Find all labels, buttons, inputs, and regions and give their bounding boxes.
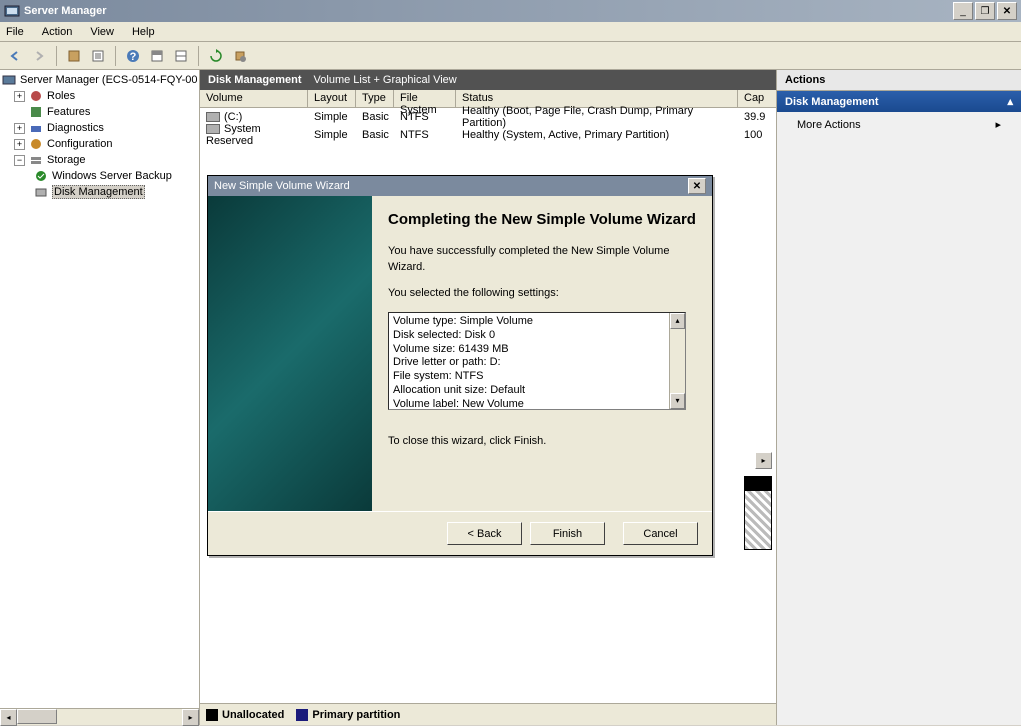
cancel-button[interactable]: Cancel xyxy=(623,522,698,545)
roles-icon xyxy=(29,89,43,103)
legend-swatch-unallocated xyxy=(206,709,218,721)
wizard-heading: Completing the New Simple Volume Wizard xyxy=(388,210,696,230)
features-icon xyxy=(29,105,43,119)
volume-icon xyxy=(206,112,220,122)
legend-swatch-primary xyxy=(296,709,308,721)
wizard-title: New Simple Volume Wizard xyxy=(214,180,350,192)
setting-line: File system: NTFS xyxy=(393,370,681,384)
menu-view[interactable]: View xyxy=(90,26,114,38)
storage-icon xyxy=(29,153,43,167)
wizard-text-settings-label: You selected the following settings: xyxy=(388,286,696,302)
setting-line: Drive letter or path: D: xyxy=(393,356,681,370)
tree-features[interactable]: Features xyxy=(0,104,199,120)
menu-file[interactable]: File xyxy=(6,26,24,38)
settings-scrollbar[interactable]: ▴ ▾ xyxy=(669,313,685,409)
content-title: Disk Management xyxy=(208,74,302,86)
col-filesystem[interactable]: File System xyxy=(394,90,456,107)
tree-hscroll[interactable]: ◂ ▸ xyxy=(0,708,199,725)
expand-icon[interactable]: + xyxy=(14,123,25,134)
actions-pane: Actions Disk Management ▴ More Actions ▸ xyxy=(776,70,1021,725)
disk-band-header xyxy=(744,476,772,490)
setting-line: Volume type: Simple Volume xyxy=(393,315,681,329)
app-icon xyxy=(4,3,20,19)
tree-root[interactable]: Server Manager (ECS-0514-FQY-00 xyxy=(0,72,199,88)
svg-text:?: ? xyxy=(130,51,137,63)
restore-button[interactable]: ❐ xyxy=(975,2,995,20)
minimize-button[interactable]: _ xyxy=(953,2,973,20)
back-button[interactable]: < Back xyxy=(447,522,522,545)
tree-configuration[interactable]: +Configuration xyxy=(0,136,199,152)
chevron-right-icon: ▸ xyxy=(995,118,1001,131)
window-title: Server Manager xyxy=(24,5,951,17)
scroll-down-icon[interactable]: ▾ xyxy=(670,393,685,409)
col-type[interactable]: Type xyxy=(356,90,394,107)
settings-icon[interactable] xyxy=(229,45,251,67)
wizard-buttons: < Back Finish Cancel xyxy=(208,511,712,555)
finish-button[interactable]: Finish xyxy=(530,522,605,545)
diagnostics-icon xyxy=(29,121,43,135)
view-split-icon[interactable] xyxy=(170,45,192,67)
wizard-close-button[interactable]: ✕ xyxy=(688,178,706,194)
scroll-right-button[interactable]: ▸ xyxy=(755,452,772,469)
backup-icon xyxy=(34,169,48,183)
volume-list: Volume Layout Type File System Status Ca… xyxy=(200,90,776,144)
disk-icon xyxy=(34,185,48,199)
scroll-thumb[interactable] xyxy=(17,709,57,724)
close-button[interactable]: ✕ xyxy=(997,2,1017,20)
expand-icon[interactable]: + xyxy=(14,91,25,102)
tree-roles[interactable]: +Roles xyxy=(0,88,199,104)
list-icon[interactable] xyxy=(87,45,109,67)
nav-forward-button[interactable] xyxy=(28,45,50,67)
volume-icon xyxy=(206,124,220,134)
wizard-text-success: You have successfully completed the New … xyxy=(388,244,696,276)
setting-line: Volume size: 61439 MB xyxy=(393,343,681,357)
actions-header: Actions xyxy=(777,70,1021,91)
refresh-icon[interactable] xyxy=(205,45,227,67)
config-icon xyxy=(29,137,43,151)
volume-row[interactable]: System Reserved Simple Basic NTFS Health… xyxy=(200,126,776,144)
toolbar: ? xyxy=(0,42,1021,70)
menu-action[interactable]: Action xyxy=(42,26,73,38)
menu-help[interactable]: Help xyxy=(132,26,155,38)
actions-more[interactable]: More Actions ▸ xyxy=(777,112,1021,137)
view-config-icon[interactable] xyxy=(146,45,168,67)
wizard-titlebar[interactable]: New Simple Volume Wizard ✕ xyxy=(208,176,712,196)
properties-icon[interactable] xyxy=(63,45,85,67)
setting-line: Volume label: New Volume xyxy=(393,398,681,411)
wizard-dialog: New Simple Volume Wizard ✕ Completing th… xyxy=(207,175,713,556)
tree-wsb[interactable]: Windows Server Backup xyxy=(0,168,199,184)
nav-back-button[interactable] xyxy=(4,45,26,67)
server-icon xyxy=(2,73,16,87)
col-capacity[interactable]: Cap xyxy=(738,90,768,107)
actions-section[interactable]: Disk Management ▴ xyxy=(777,91,1021,112)
wizard-settings-box[interactable]: Volume type: Simple Volume Disk selected… xyxy=(388,312,686,410)
legend-unallocated: Unallocated xyxy=(222,709,284,721)
window-titlebar: Server Manager _ ❐ ✕ xyxy=(0,0,1021,22)
scroll-right-icon[interactable]: ▸ xyxy=(182,709,199,726)
legend-primary: Primary partition xyxy=(312,709,400,721)
expand-icon[interactable]: + xyxy=(14,139,25,150)
wizard-close-hint: To close this wizard, click Finish. xyxy=(388,434,696,450)
menu-bar: File Action View Help xyxy=(0,22,1021,42)
content-subtitle: Volume List + Graphical View xyxy=(314,74,457,86)
help-icon[interactable]: ? xyxy=(122,45,144,67)
chevron-up-icon: ▴ xyxy=(1007,95,1013,108)
scroll-left-icon[interactable]: ◂ xyxy=(0,709,17,726)
col-volume[interactable]: Volume xyxy=(200,90,308,107)
scroll-up-icon[interactable]: ▴ xyxy=(670,313,685,329)
tree-disk-management[interactable]: Disk Management xyxy=(0,184,199,200)
navigation-tree: Server Manager (ECS-0514-FQY-00 +Roles F… xyxy=(0,70,200,725)
content-header: Disk Management Volume List + Graphical … xyxy=(200,70,776,90)
setting-line: Allocation unit size: Default xyxy=(393,384,681,398)
setting-line: Disk selected: Disk 0 xyxy=(393,329,681,343)
tree-diagnostics[interactable]: +Diagnostics xyxy=(0,120,199,136)
collapse-icon[interactable]: − xyxy=(14,155,25,166)
tree-storage[interactable]: −Storage xyxy=(0,152,199,168)
wizard-sidebar-graphic xyxy=(208,196,372,511)
col-layout[interactable]: Layout xyxy=(308,90,356,107)
legend: Unallocated Primary partition xyxy=(200,703,776,725)
disk-band-unallocated[interactable] xyxy=(744,490,772,550)
volume-list-body: (C:) Simple Basic NTFS Healthy (Boot, Pa… xyxy=(200,108,776,144)
